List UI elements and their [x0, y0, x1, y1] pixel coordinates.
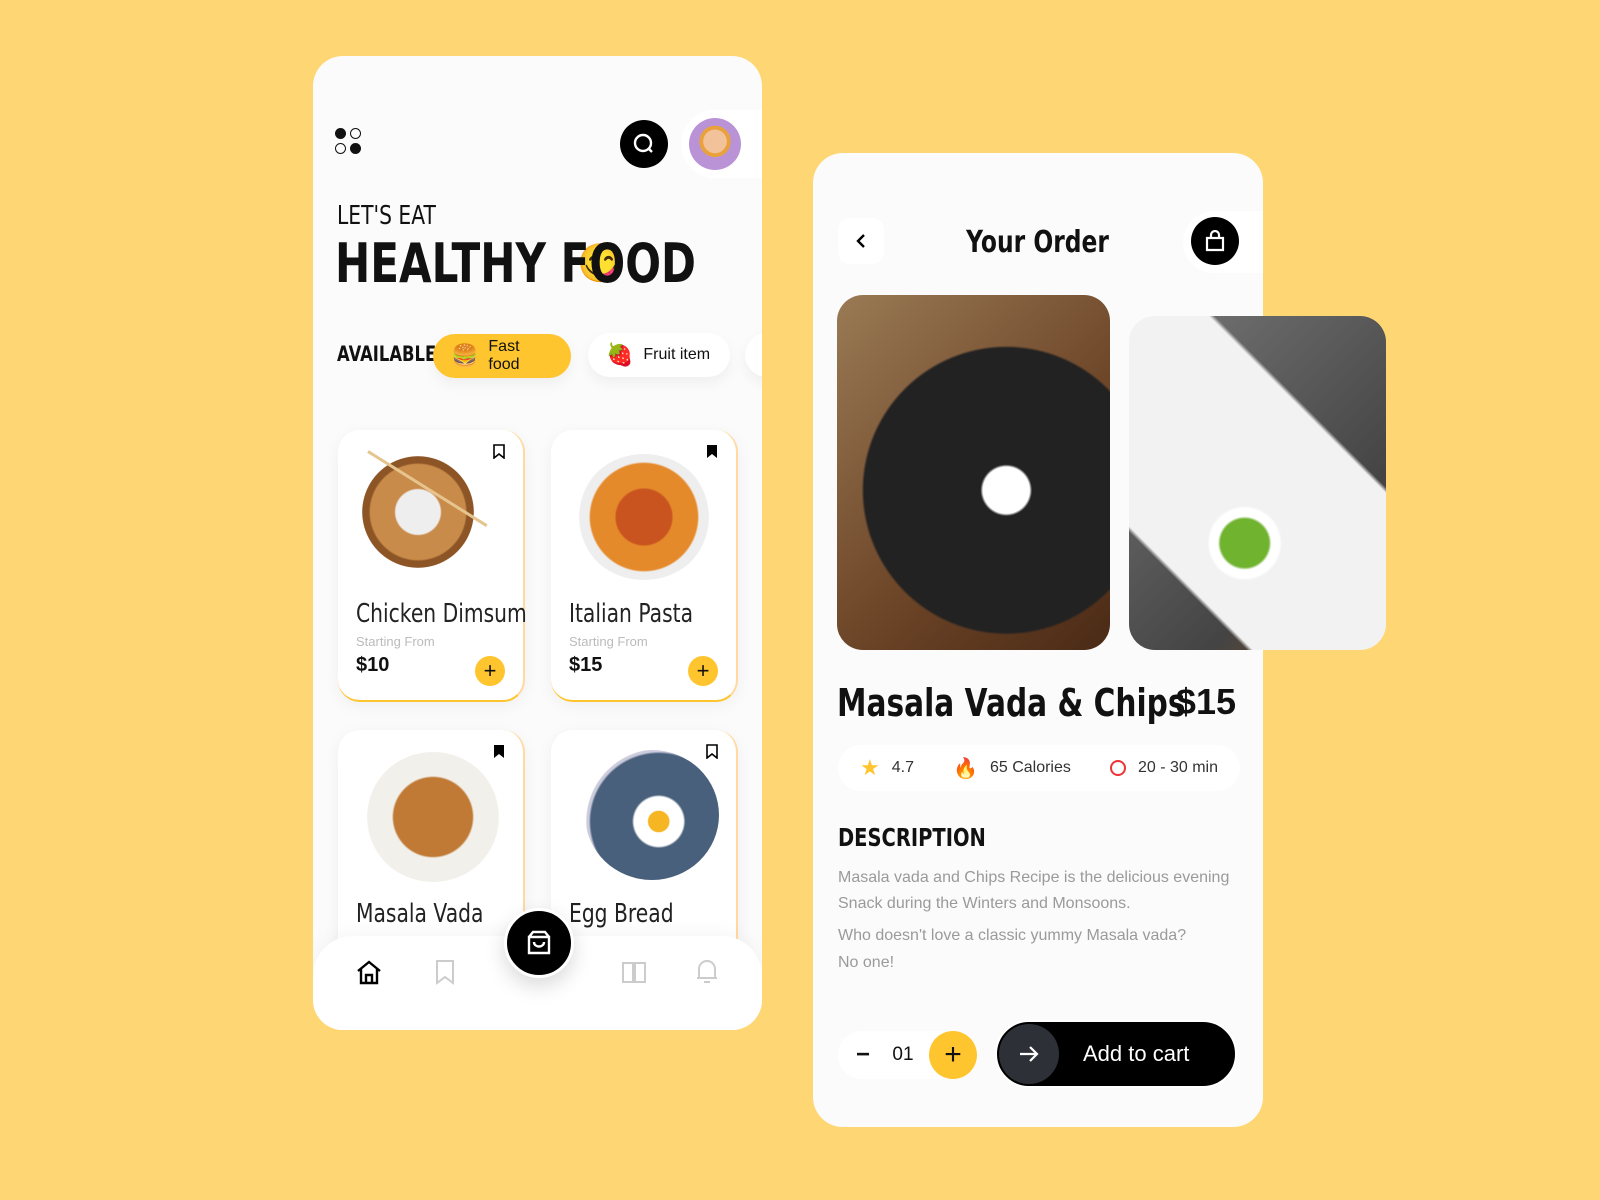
bookmark-icon[interactable] [493, 444, 505, 459]
description-line: Masala vada and Chips Recipe is the deli… [838, 869, 1230, 886]
food-price: $15 [569, 654, 603, 676]
strawberry-icon: 🍓 [606, 342, 634, 367]
bookmark-filled-icon[interactable] [706, 444, 718, 459]
food-subtitle: Starting From [356, 634, 435, 649]
food-photo-secondary [1129, 316, 1386, 650]
food-name: Chicken Dimsum [356, 599, 527, 629]
plus-icon: + [483, 658, 497, 683]
book-icon[interactable] [621, 960, 647, 984]
add-to-cart-button[interactable]: Add to cart [995, 1020, 1237, 1088]
category-fast-food[interactable]: 🍔 Fast food [433, 334, 571, 378]
plus-icon: + [696, 658, 710, 683]
search-icon [633, 133, 653, 153]
rating: 4.7 [891, 759, 914, 776]
order-screen: Your Order Masala Vada & Chips $15 ★ 4.7 … [813, 153, 1386, 1127]
decrease-button[interactable]: − [838, 1041, 888, 1069]
page-title: HEALTHY FOOD [335, 232, 696, 295]
food-price: $10 [356, 654, 390, 676]
category-label: Fast food [488, 338, 520, 373]
increase-button[interactable]: + [929, 1031, 977, 1079]
stats-pill: ★ 4.7 🔥 65 Calories 20 - 30 min [838, 745, 1240, 791]
shopping-bag-icon [1205, 230, 1225, 252]
food-name: Italian Pasta [569, 599, 694, 629]
bookmark-icon[interactable] [706, 744, 718, 759]
add-to-cart-label: Add to cart [1083, 1041, 1190, 1066]
description-line: No one! [838, 954, 895, 971]
home-screen: LET'S EAT HEALTHY FOOD 😋 AVAILABLE 🍔 Fas… [313, 56, 762, 1030]
add-button[interactable]: + [475, 656, 505, 686]
bookmark-filled-icon[interactable] [493, 744, 505, 759]
burger-icon: 🍔 [451, 343, 479, 368]
available-label: AVAILABLE [337, 342, 437, 366]
prep-time: 20 - 30 min [1137, 759, 1218, 776]
food-card-italian-pasta[interactable]: Italian Pasta Starting From $15 + [551, 430, 738, 702]
description-line: Snack during the Winters and Monsoons. [838, 895, 1131, 912]
quantity-value: 01 [892, 1044, 914, 1065]
item-price: $15 [1175, 681, 1236, 722]
food-name: Masala Vada [356, 899, 484, 929]
flame-icon: 🔥 [953, 757, 978, 780]
arrow-right-icon [999, 1024, 1059, 1084]
food-subtitle: Starting From [569, 634, 648, 649]
bell-icon[interactable] [696, 958, 718, 984]
add-button[interactable]: + [688, 656, 718, 686]
food-card-chicken-dimsum[interactable]: Chicken Dimsum Starting From $10 + [338, 430, 527, 702]
description-heading: DESCRIPTION [838, 823, 986, 852]
order-title: Your Order [966, 225, 1110, 260]
bag-button[interactable] [1191, 217, 1239, 265]
search-button[interactable] [620, 120, 668, 168]
food-photo-main [837, 295, 1110, 650]
plus-icon: + [944, 1038, 962, 1071]
timer-icon [1109, 760, 1126, 776]
category-fruit-item[interactable]: 🍓 Fruit item [588, 333, 730, 377]
cart-button[interactable] [504, 908, 574, 978]
food-name: Egg Bread [569, 899, 674, 929]
grid-dots-icon[interactable] [335, 128, 365, 158]
avatar[interactable] [689, 118, 741, 170]
description-line: Who doesn't love a classic yummy Masala … [838, 927, 1187, 944]
category-more[interactable] [745, 333, 762, 377]
bookmark-nav-icon[interactable] [435, 959, 455, 985]
home-icon[interactable] [355, 958, 383, 986]
eyebrow-text: LET'S EAT [337, 201, 436, 231]
calories: 65 Calories [989, 759, 1071, 776]
item-name: Masala Vada & Chips [837, 681, 1186, 725]
cart-icon [527, 930, 551, 955]
star-icon: ★ [860, 755, 880, 780]
category-label: Fruit item [643, 346, 711, 363]
